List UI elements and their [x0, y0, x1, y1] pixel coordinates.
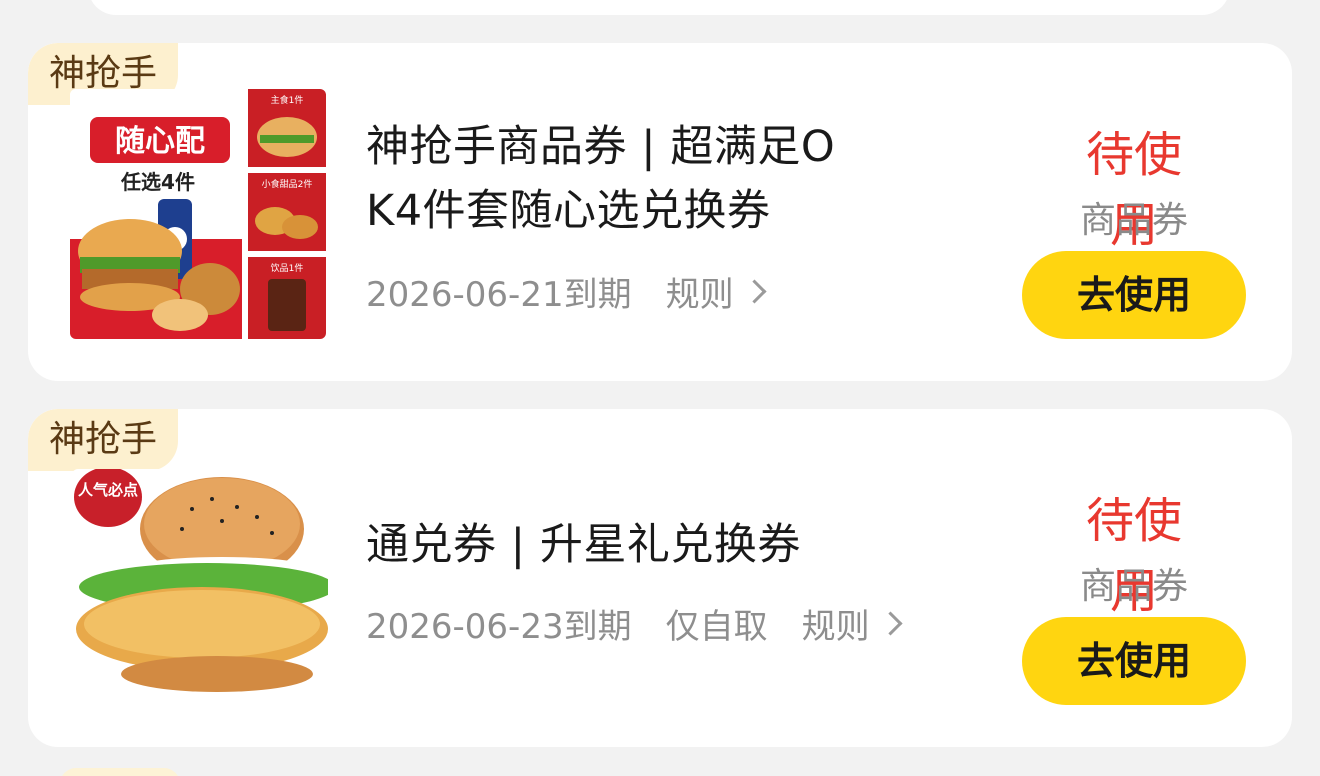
coupon-title-line2: K4件套随心选兑换券 — [366, 186, 771, 236]
coupon-meta: 2026-06-23到期 仅自取 规则 — [366, 599, 903, 648]
coupon-type: 商品券 — [1079, 566, 1188, 607]
coupon-card[interactable]: 神抢手 随心配 任选4件 主食1件 小食甜品2件 饮品1件 神抢手商品券 | 超… — [28, 43, 1292, 381]
rules-link[interactable]: 规则 — [665, 267, 767, 316]
coupon-title: 通兑券 | 升星礼兑换券 — [366, 513, 966, 577]
coupon-card[interactable]: 神抢手 人气必点 通兑券 | 升星礼兑换券 2026-06-23到期 仅自取 规… — [28, 409, 1292, 747]
side-label-main: 主食1件 — [271, 94, 304, 106]
use-coupon-button[interactable]: 去使用 — [1022, 251, 1246, 339]
side-label-snack: 小食甜品2件 — [262, 178, 313, 190]
use-coupon-button[interactable]: 去使用 — [1022, 617, 1246, 705]
side-label-drink: 饮品1件 — [271, 262, 304, 274]
coupon-title: 神抢手商品券 | 超满足O K4件套随心选兑换券 — [366, 115, 966, 243]
combo-meal-illustration: 随心配 任选4件 主食1件 小食甜品2件 饮品1件 — [70, 89, 326, 339]
chevron-right-icon — [742, 279, 767, 304]
banner-text: 随心配 — [115, 124, 205, 159]
rules-label: 规则 — [665, 275, 734, 315]
coupon-meta: 2026-06-21到期 规则 — [366, 267, 767, 316]
coupon-expiry: 2026-06-23到期 — [366, 607, 632, 647]
rules-label: 规则 — [801, 607, 870, 647]
coupon-title-line1: 通兑券 | 升星礼兑换券 — [366, 520, 801, 570]
previous-card-edge — [88, 0, 1230, 15]
coupon-product-image: 随心配 任选4件 主食1件 小食甜品2件 饮品1件 — [70, 89, 326, 339]
next-card-edge — [60, 768, 180, 776]
chevron-right-icon — [878, 611, 903, 636]
banner-subtitle: 任选4件 — [120, 170, 195, 194]
pickup-only-label: 仅自取 — [665, 607, 768, 647]
coupon-expiry: 2026-06-21到期 — [366, 275, 632, 315]
rules-link[interactable]: 规则 — [801, 599, 903, 648]
popular-badge: 人气必点 — [78, 481, 138, 499]
coupon-product-image: 人气必点 — [72, 469, 328, 701]
coupon-list-page: 神抢手 随心配 任选4件 主食1件 小食甜品2件 饮品1件 神抢手商品券 | 超… — [0, 0, 1320, 776]
coupon-title-line1: 神抢手商品券 | 超满足O — [366, 122, 836, 172]
burger-illustration: 人气必点 — [72, 469, 328, 701]
coupon-type: 商品券 — [1079, 200, 1188, 241]
coupon-tag: 神抢手 — [28, 409, 178, 471]
